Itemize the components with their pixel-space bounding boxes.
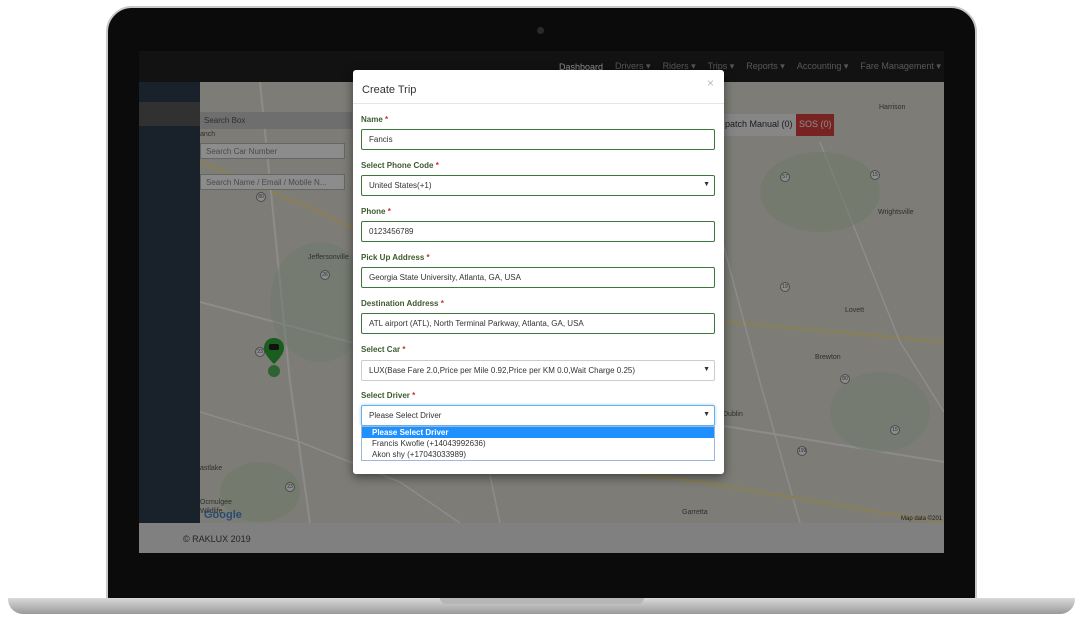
close-icon[interactable]: × — [707, 76, 714, 90]
driver-dropdown: Please Select Driver Francis Kwofie (+14… — [361, 426, 715, 461]
modal-header: Create Trip × — [353, 70, 724, 104]
create-trip-modal: Create Trip × Name * Fancis Select Phone… — [353, 70, 724, 474]
driver-option[interactable]: Francis Kwofie (+14043992636) — [362, 438, 714, 449]
destination-address-field[interactable]: ATL airport (ATL), North Terminal Parkwa… — [361, 313, 715, 334]
pickup-label: Pick Up Address * — [361, 253, 430, 262]
pickup-address-field[interactable]: Georgia State University, Atlanta, GA, U… — [361, 267, 715, 288]
car-select[interactable]: LUX(Base Fare 2.0,Price per Mile 0.92,Pr… — [361, 360, 715, 381]
car-label: Select Car * — [361, 345, 406, 354]
name-field[interactable]: Fancis — [361, 129, 715, 150]
phone-code-value: United States(+1) — [369, 181, 432, 190]
laptop-notch — [440, 598, 644, 604]
name-label: Name * — [361, 115, 389, 124]
modal-title: Create Trip — [362, 84, 417, 96]
car-value: LUX(Base Fare 2.0,Price per Mile 0.92,Pr… — [369, 366, 636, 375]
driver-option[interactable]: Akon shy (+17043033989) — [362, 449, 714, 460]
phone-code-label: Select Phone Code * — [361, 161, 439, 170]
chevron-down-icon: ▼ — [703, 411, 710, 418]
phone-field[interactable]: 0123456789 — [361, 221, 715, 242]
chevron-down-icon: ▼ — [703, 366, 710, 373]
chevron-down-icon: ▼ — [703, 181, 710, 188]
driver-value: Please Select Driver — [369, 411, 442, 420]
camera-icon — [537, 27, 544, 34]
phone-label: Phone * — [361, 207, 391, 216]
phone-code-select[interactable]: United States(+1) ▼ — [361, 175, 715, 196]
driver-label: Select Driver * — [361, 391, 416, 400]
driver-option[interactable]: Please Select Driver — [362, 427, 714, 438]
destination-label: Destination Address * — [361, 299, 444, 308]
driver-select[interactable]: Please Select Driver ▼ — [361, 405, 715, 426]
